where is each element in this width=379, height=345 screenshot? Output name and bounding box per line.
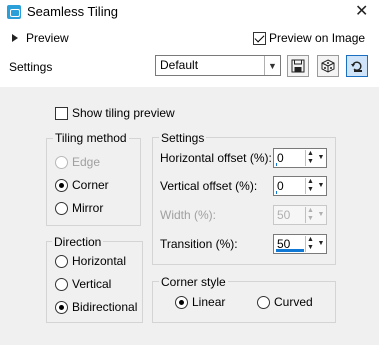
show-tiling-preview-option[interactable]: Show tiling preview (55, 106, 175, 120)
radio-curved-label: Curved (274, 295, 313, 309)
vertical-offset-label: Vertical offset (%): (160, 179, 258, 193)
radio-edge[interactable]: Edge (55, 155, 100, 169)
radio-bidirectional-label: Bidirectional (72, 300, 138, 314)
radio-corner[interactable]: Corner (55, 178, 109, 192)
preset-value: Default (160, 58, 199, 72)
width-stepper-icon[interactable]: ▲ ▼ (305, 207, 315, 223)
width-value[interactable]: 50 (277, 208, 290, 222)
radio-mirror[interactable]: Mirror (55, 201, 103, 215)
radio-linear[interactable]: Linear (175, 295, 225, 309)
radio-linear-button[interactable] (175, 295, 188, 309)
transition-spinner[interactable]: 50 ▲ ▼ ▼ (273, 234, 327, 254)
reset-button[interactable] (346, 55, 368, 77)
randomize-button[interactable] (317, 55, 339, 77)
direction-title: Direction (52, 235, 104, 249)
horizontal-offset-stepper-icon[interactable]: ▲ ▼ (305, 150, 315, 166)
tiling-method-title: Tiling method (53, 131, 129, 145)
vertical-offset-dropdown-icon[interactable]: ▼ (316, 178, 326, 194)
preview-toggle[interactable]: Preview (12, 31, 69, 45)
app-icon (7, 5, 21, 19)
radio-horizontal[interactable]: Horizontal (55, 254, 126, 268)
settings-label: Settings (9, 60, 53, 74)
radio-edge-label: Edge (72, 155, 101, 169)
randomize-icon (321, 59, 335, 73)
radio-linear-label: Linear (192, 295, 226, 309)
vertical-offset-stepper-icon[interactable]: ▲ ▼ (305, 178, 315, 194)
horizontal-offset-value[interactable]: 0 (277, 151, 284, 165)
save-icon (291, 59, 305, 73)
width-label: Width (%): (160, 208, 217, 222)
horizontal-offset-dropdown-icon[interactable]: ▼ (316, 150, 326, 166)
width-dropdown-icon[interactable]: ▼ (316, 207, 326, 223)
radio-edge-button[interactable] (55, 155, 68, 169)
close-icon[interactable]: ✕ (355, 1, 368, 21)
radio-mirror-label: Mirror (72, 201, 104, 215)
radio-vertical[interactable]: Vertical (55, 277, 111, 291)
vertical-offset-slider[interactable] (276, 191, 277, 194)
window-title: Seamless Tiling (27, 4, 119, 19)
radio-horizontal-button[interactable] (55, 254, 68, 268)
radio-vertical-button[interactable] (55, 277, 68, 291)
preview-on-image-label: Preview on Image (269, 31, 366, 45)
transition-dropdown-icon[interactable]: ▼ (316, 236, 326, 252)
vertical-offset-spinner[interactable]: 0 ▲ ▼ ▼ (273, 176, 327, 196)
radio-corner-button[interactable] (55, 178, 68, 192)
show-tiling-preview-checkbox[interactable] (55, 106, 68, 120)
radio-curved-button[interactable] (257, 295, 270, 309)
radio-curved[interactable]: Curved (257, 295, 313, 309)
radio-bidirectional[interactable]: Bidirectional (55, 300, 137, 314)
width-spinner[interactable]: 50 ▲ ▼ ▼ (273, 205, 327, 225)
horizontal-offset-label: Horizontal offset (%): (160, 151, 272, 165)
horizontal-offset-spinner[interactable]: 0 ▲ ▼ ▼ (273, 148, 327, 168)
preset-dropdown[interactable]: Default ▼ (155, 55, 281, 76)
radio-corner-label: Corner (72, 178, 109, 192)
reset-icon (351, 61, 362, 72)
horizontal-offset-slider[interactable] (276, 163, 277, 166)
transition-stepper-icon[interactable]: ▲ ▼ (305, 236, 315, 252)
transition-label: Transition (%): (160, 237, 238, 251)
radio-horizontal-label: Horizontal (72, 254, 127, 268)
radio-mirror-button[interactable] (55, 201, 68, 215)
show-tiling-preview-label: Show tiling preview (72, 106, 175, 120)
expand-arrow-icon[interactable] (12, 34, 18, 42)
vertical-offset-value[interactable]: 0 (277, 179, 284, 193)
chevron-down-icon[interactable]: ▼ (264, 56, 280, 75)
preview-label: Preview (26, 31, 69, 45)
save-preset-button[interactable] (287, 55, 309, 77)
title-bar: Seamless Tiling ✕ (0, 0, 379, 24)
preview-on-image-checkbox[interactable] (253, 31, 266, 45)
preview-on-image-option[interactable]: Preview on Image (253, 31, 365, 45)
radio-vertical-label: Vertical (72, 277, 112, 291)
corner-style-title: Corner style (159, 275, 228, 289)
radio-bidirectional-button[interactable] (55, 300, 68, 314)
transition-slider[interactable] (276, 249, 304, 252)
settings-group-title: Settings (159, 131, 207, 145)
